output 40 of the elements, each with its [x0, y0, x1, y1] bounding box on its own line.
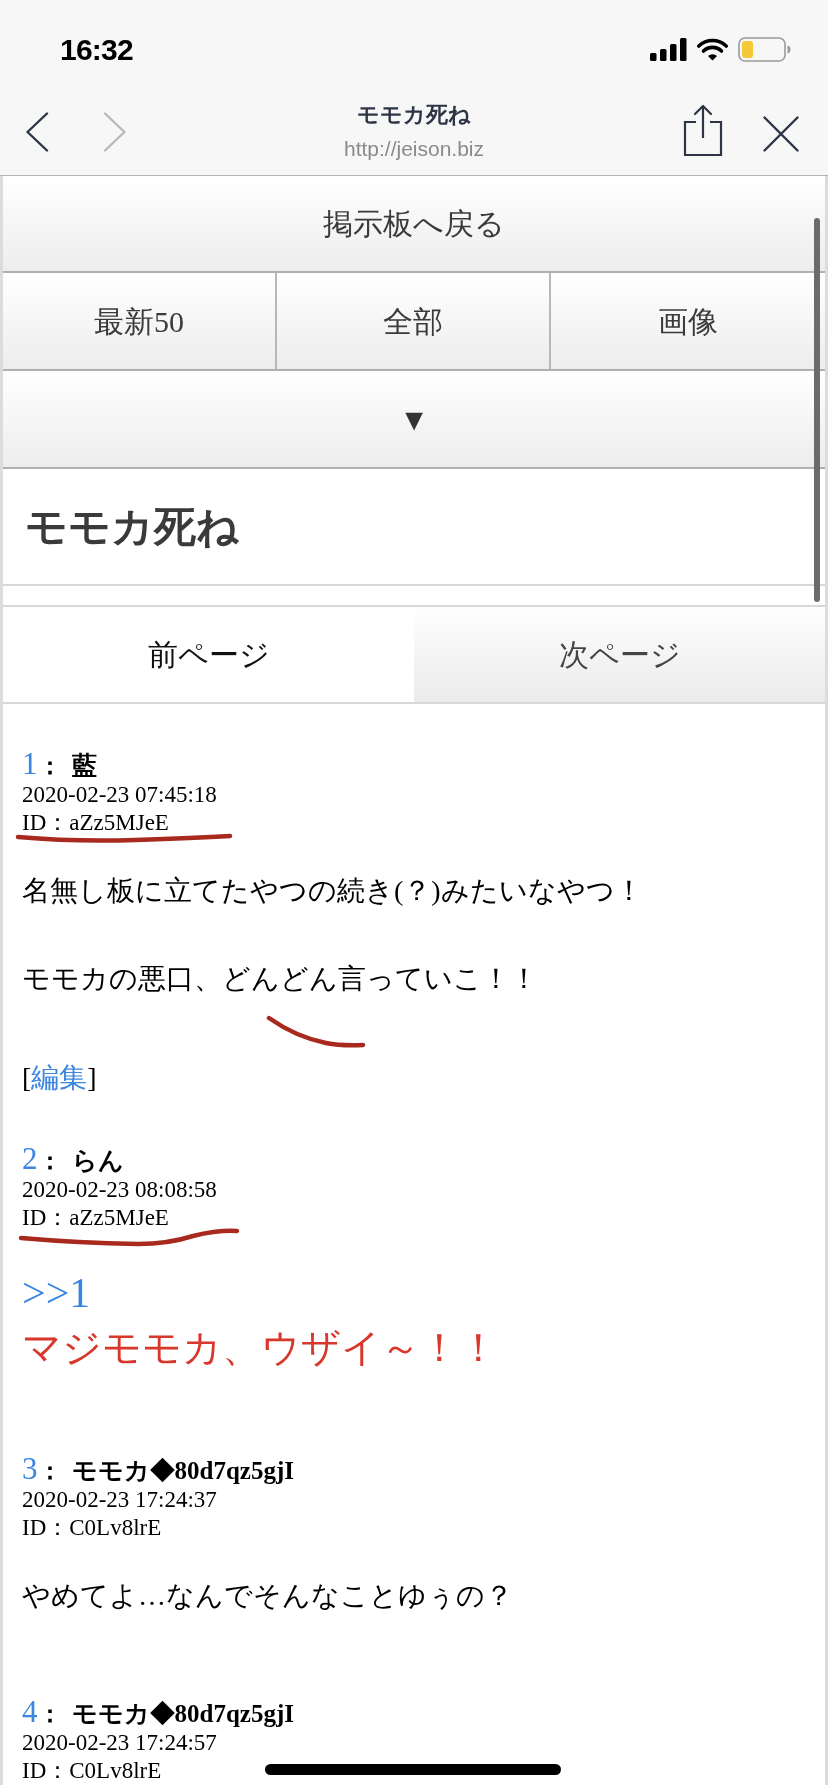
view-button[interactable]: 全部: [277, 273, 551, 369]
post-text: やめてよ…なんでそんなことゆぅの？: [22, 1580, 513, 1611]
status-time: 16:32: [60, 32, 133, 68]
page-url: http://jeison.biz: [343, 136, 485, 162]
post-number-link[interactable]: 1: [22, 747, 38, 781]
emphasized-text: マジモモカ、ウザイ～！！: [22, 1326, 498, 1369]
post-number-link[interactable]: 2: [22, 1142, 38, 1176]
thread-title: モモカ死ね: [25, 501, 239, 552]
post-date: 2020-02-23 08:08:58: [22, 1177, 217, 1202]
poster-name: モモカ◆80d7qz5gjI: [71, 1699, 294, 1729]
post-number-link[interactable]: 3: [22, 1452, 38, 1486]
post-text: 名無し板に立てたやつの続き(？)みたいなやつ！: [22, 875, 643, 906]
share-icon: [683, 104, 723, 156]
edit-link-text: [編集]: [22, 1062, 97, 1093]
poster-name: モモカ◆80d7qz5gjI: [71, 1456, 294, 1486]
signal-icon: [650, 38, 687, 61]
colon-text: ：: [37, 1147, 62, 1176]
poster-id: ID：C0Lv8lrE: [22, 1758, 162, 1783]
close-icon: [763, 116, 799, 152]
poster-id: ID：aZz5MJeE: [22, 810, 169, 835]
post-text: モモカの悪口、どんどん言っていこ！！: [22, 963, 538, 994]
reply-link[interactable]: >>1: [22, 1270, 91, 1316]
post-number-link[interactable]: 4: [22, 1695, 38, 1729]
poster-name: 藍: [71, 751, 97, 781]
post-date: 2020-02-23 17:24:37: [22, 1487, 217, 1512]
view-button[interactable]: 最新50: [3, 273, 277, 369]
colon-text: ：: [37, 1700, 62, 1729]
wifi-icon: [697, 38, 728, 61]
poster-id: ID：aZz5MJeE: [22, 1205, 169, 1230]
colon-text: ：: [37, 1457, 62, 1486]
poster-id: ID：C0Lv8lrE: [22, 1515, 162, 1540]
edit-link[interactable]: 編集: [31, 1062, 88, 1093]
page-title: モモカ死ね: [357, 101, 471, 129]
poster-name: らん: [71, 1146, 124, 1176]
post-date: 2020-02-23 17:24:57: [22, 1730, 217, 1755]
post-date: 2020-02-23 07:45:18: [22, 782, 217, 807]
battery-icon: [738, 37, 791, 62]
colon-text: ：: [37, 752, 62, 781]
share-button[interactable]: [681, 102, 725, 158]
close-button[interactable]: [760, 113, 802, 155]
